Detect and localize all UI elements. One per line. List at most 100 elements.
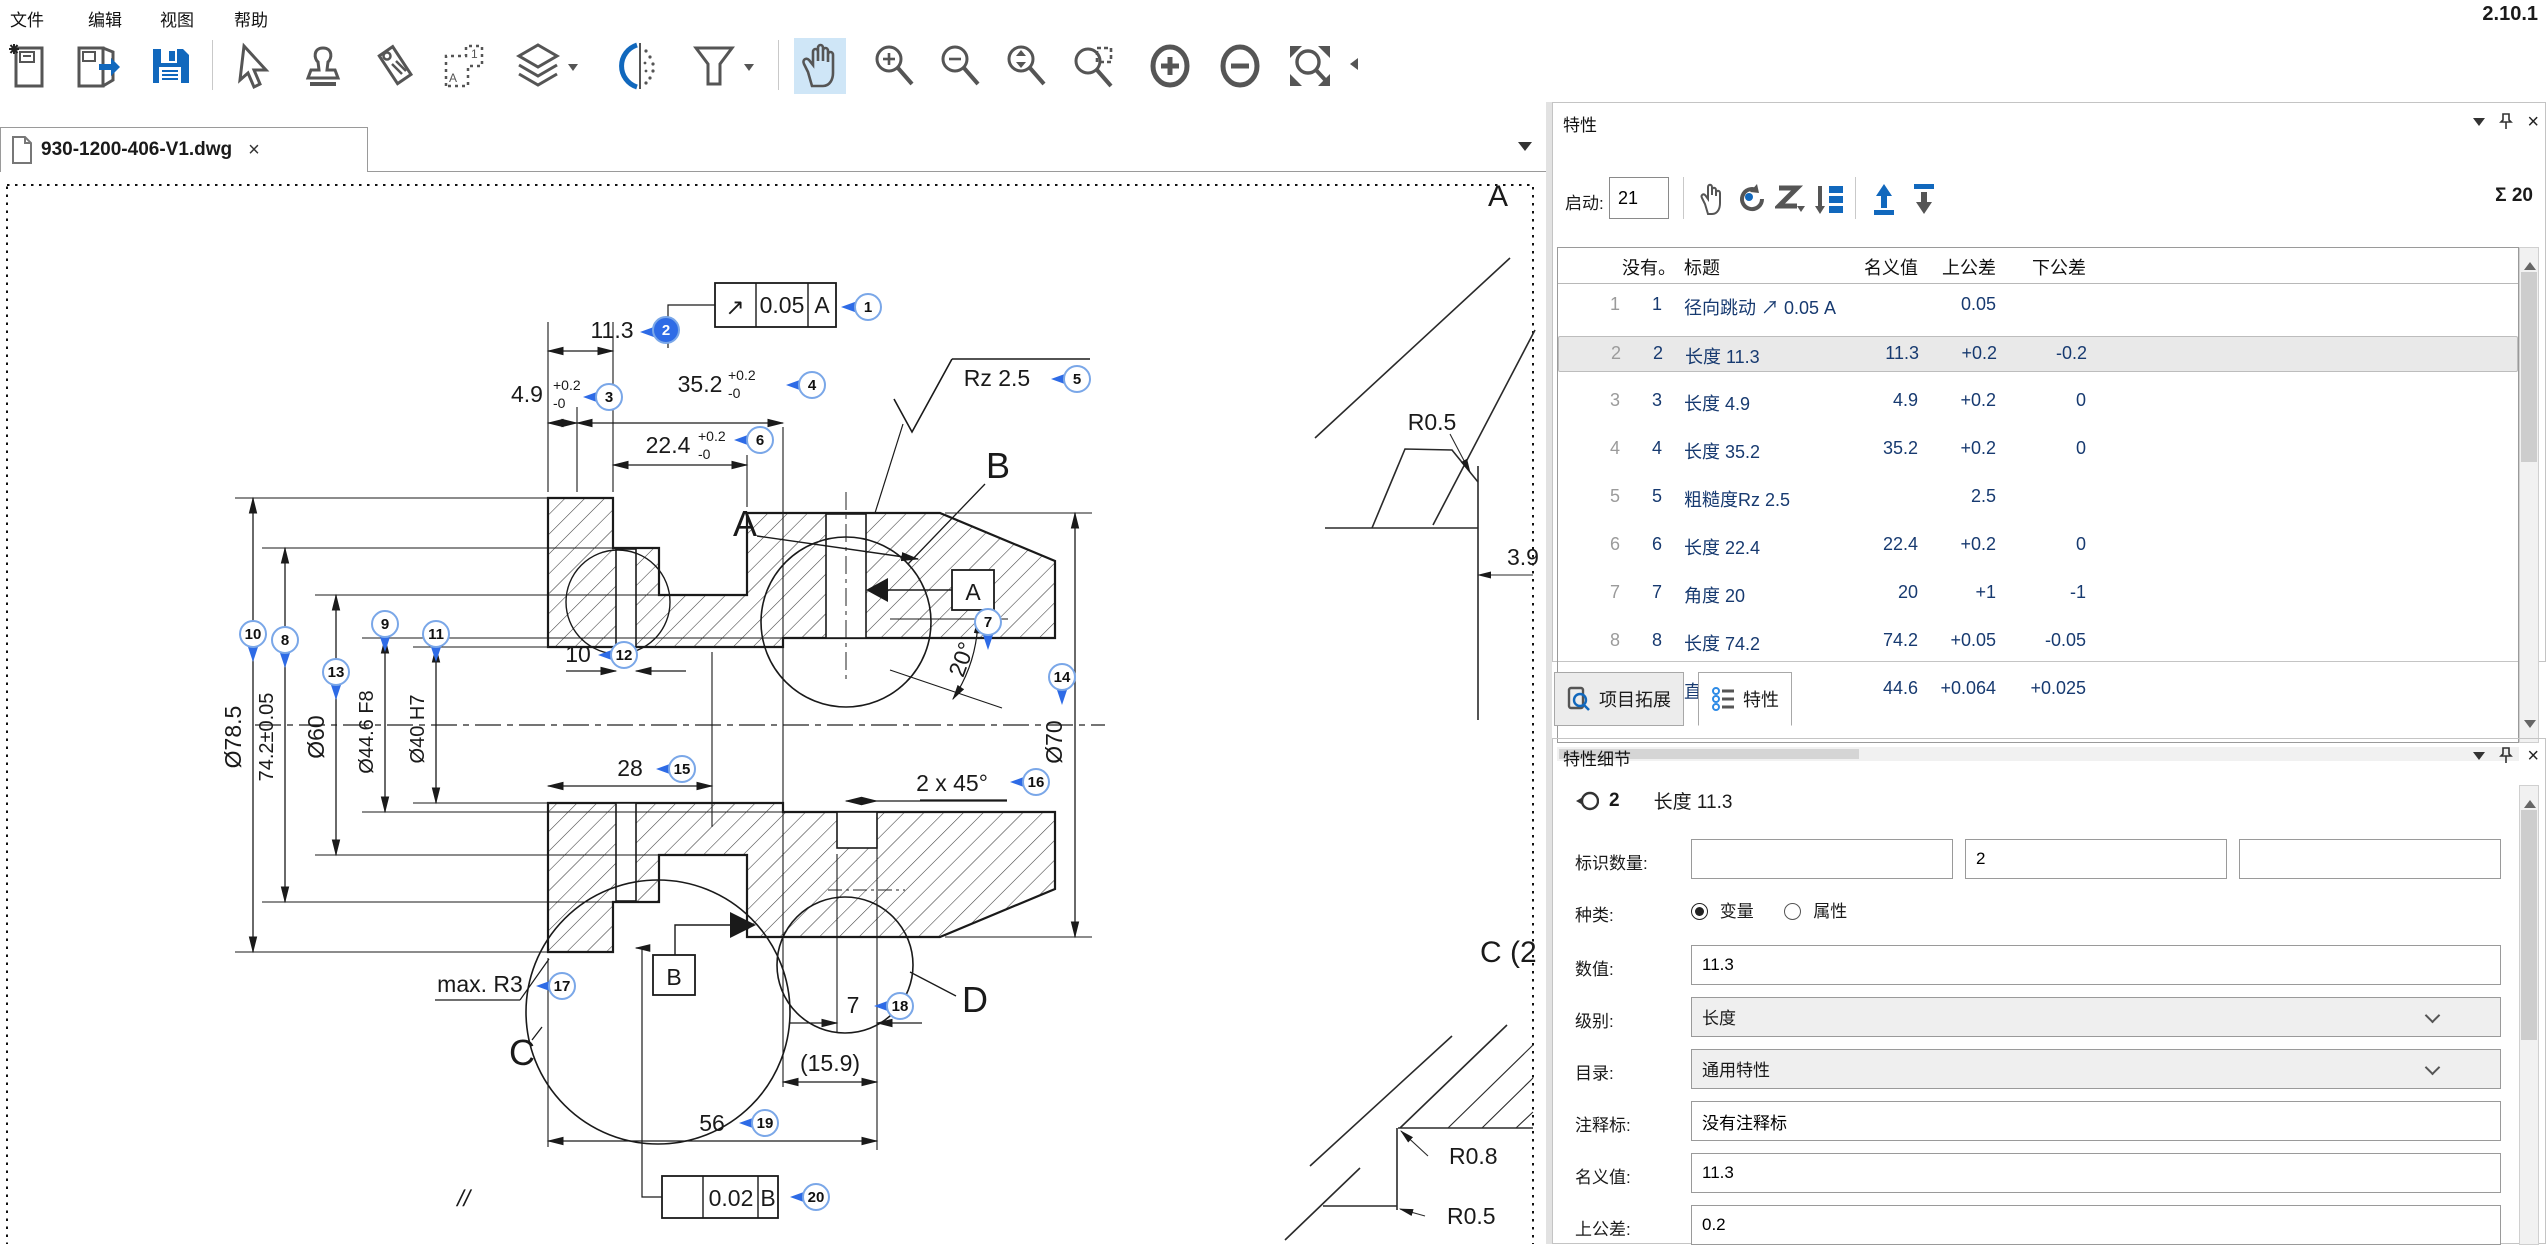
col-no[interactable]: 没有。 <box>1622 254 1662 280</box>
new-document-button[interactable] <box>4 38 56 94</box>
open-document-button[interactable] <box>71 38 123 94</box>
partial-region-button[interactable]: 1 A <box>437 38 489 94</box>
zoom-in-button[interactable] <box>868 38 920 94</box>
table-row-selected[interactable]: 2 2 长度 11.3 11.3 +0.2 -0.2 <box>1558 336 2518 372</box>
dim-10[interactable]: 10 <box>565 641 591 667</box>
id-count-input-2[interactable] <box>1965 839 2227 879</box>
balloon-5[interactable]: 5 <box>1051 366 1090 392</box>
upper-tol-input[interactable] <box>1691 1205 2501 1245</box>
layers-button[interactable] <box>512 38 564 94</box>
dim-r0.5-bottom[interactable]: R0.5 <box>1447 1203 1496 1229</box>
table-row[interactable]: 6 6 长度 22.4 22.4 +0.2 0 <box>1558 528 2518 564</box>
dim-d44.6[interactable]: Ø44.6 F8 <box>356 690 378 773</box>
balloon-3[interactable]: 3 <box>583 384 622 410</box>
note-input[interactable] <box>1691 1101 2501 1141</box>
properties-close-icon[interactable]: × <box>2527 112 2539 132</box>
kind-radio-attribute[interactable] <box>1784 903 1801 920</box>
table-row[interactable]: 5 5 粗糙度Rz 2.5 2.5 <box>1558 480 2518 516</box>
pan-hand-button[interactable] <box>794 38 846 94</box>
balloon-16[interactable]: 16 <box>1010 769 1049 795</box>
menu-help[interactable]: 帮助 <box>234 6 268 31</box>
dim-20deg[interactable]: 20° <box>943 638 979 680</box>
menu-view[interactable]: 视图 <box>160 6 194 31</box>
dim-74.2[interactable]: 74.2±0.05 <box>256 693 278 782</box>
layers-dropdown-caret[interactable] <box>568 64 578 76</box>
zoom-fit-button[interactable] <box>1284 38 1336 94</box>
dim-max-r3[interactable]: max. R3 <box>437 971 523 997</box>
table-row[interactable]: 4 4 长度 35.2 35.2 +0.2 0 <box>1558 432 2518 468</box>
select-button[interactable] <box>228 38 280 94</box>
value-input[interactable] <box>1691 945 2501 985</box>
balloon-6[interactable]: 6 <box>734 427 773 453</box>
balloon-15[interactable]: 15 <box>656 756 695 782</box>
table-row[interactable]: 1 1 径向跳动 ↗ 0.05 A 0.05 <box>1558 288 2518 324</box>
balloon-17[interactable]: 17 <box>536 973 575 999</box>
dim-r0.8[interactable]: R0.8 <box>1449 1143 1498 1169</box>
balloon-9[interactable]: 9 <box>372 611 398 652</box>
start-input[interactable] <box>1609 177 1669 219</box>
dim-35.2[interactable]: 35.2 <box>678 371 723 397</box>
table-row[interactable]: 7 7 角度 20 20 +1 -1 <box>1558 576 2518 612</box>
export-down-button[interactable] <box>1905 179 1943 219</box>
z-order-button[interactable] <box>1773 179 1811 219</box>
rotate-button[interactable] <box>1733 179 1771 219</box>
dim-rz2.5[interactable]: Rz 2.5 <box>964 365 1030 391</box>
dim-22.4[interactable]: 22.4 <box>646 432 691 458</box>
kind-radio-variable[interactable] <box>1691 903 1708 920</box>
properties-menu-caret[interactable] <box>2473 118 2485 132</box>
scroll-up-arrow[interactable] <box>2524 256 2536 270</box>
balloon-4[interactable]: 4 <box>786 372 825 398</box>
dim-28[interactable]: 28 <box>617 755 643 781</box>
fcf-runout[interactable]: ↗ 0.05 A <box>668 283 836 348</box>
dim-11.3[interactable]: 11.3 <box>590 317 633 343</box>
details-scrollbar[interactable] <box>2519 785 2539 1245</box>
dim-d60[interactable]: Ø60 <box>303 715 329 758</box>
list-order-button[interactable] <box>1811 179 1849 219</box>
document-tab[interactable]: 930-1200-406-V1.dwg × <box>0 127 368 172</box>
col-upper[interactable]: 上公差 <box>1924 254 1996 280</box>
dim-4.9[interactable]: 4.9 <box>511 381 543 407</box>
col-nominal[interactable]: 名义值 <box>1826 254 1918 280</box>
tab-project-expand[interactable]: 项目拓展 <box>1554 672 1684 726</box>
drawing-canvas[interactable]: A <box>0 172 1546 1244</box>
document-tab-close-icon[interactable]: × <box>248 139 260 162</box>
table-row[interactable]: 8 8 长度 74.2 74.2 +0.05 -0.05 <box>1558 624 2518 660</box>
balloon-8[interactable]: 8 <box>272 627 298 668</box>
balloon-7[interactable]: 7 <box>975 609 1001 650</box>
scroll-up-arrow[interactable] <box>2524 794 2536 808</box>
id-count-input-3[interactable] <box>2239 839 2501 879</box>
scroll-thumb[interactable] <box>2521 810 2537 1040</box>
balloon-10[interactable]: 10 <box>240 621 266 662</box>
table-row[interactable]: 3 3 长度 4.9 4.9 +0.2 0 <box>1558 384 2518 420</box>
balloon-11[interactable]: 11 <box>423 621 449 662</box>
tab-characteristics[interactable]: 特性 <box>1698 672 1792 726</box>
tab-list-dropdown-caret[interactable] <box>1518 142 1532 158</box>
details-pin-icon[interactable] <box>2499 747 2513 765</box>
stamp-button[interactable] <box>297 38 349 94</box>
catalog-select[interactable]: 通用特性 <box>1691 1049 2501 1089</box>
balloon-20[interactable]: 20 <box>790 1184 829 1210</box>
dim-d70[interactable]: Ø70 <box>1041 720 1067 763</box>
zoom-out-button[interactable] <box>934 38 986 94</box>
pick-hand-button[interactable] <box>1693 179 1731 219</box>
save-button[interactable] <box>144 38 196 94</box>
import-up-button[interactable] <box>1865 179 1903 219</box>
dim-d78.5[interactable]: Ø78.5 <box>220 706 246 769</box>
dim-15.9[interactable]: (15.9) <box>800 1050 860 1076</box>
dim-56[interactable]: 56 <box>699 1110 725 1136</box>
dim-2x45[interactable]: 2 x 45° <box>916 770 988 796</box>
properties-pin-icon[interactable] <box>2499 113 2513 131</box>
zoom-dynamic-button[interactable] <box>1000 38 1052 94</box>
col-lower[interactable]: 下公差 <box>2002 254 2086 280</box>
menu-edit[interactable]: 编辑 <box>88 6 122 31</box>
filter-button[interactable] <box>688 38 740 94</box>
id-count-input-1[interactable] <box>1691 839 1953 879</box>
zoom-window-button[interactable] <box>1068 38 1120 94</box>
increase-button[interactable] <box>1144 38 1196 94</box>
balloon-14[interactable]: 14 <box>1049 664 1075 705</box>
balloon-2-selected[interactable]: 2 <box>640 317 679 343</box>
balloon-19[interactable]: 19 <box>739 1110 778 1136</box>
dim-7[interactable]: 7 <box>847 992 860 1018</box>
menu-file[interactable]: 文件 <box>10 6 44 31</box>
toolbar-collapse-arrow[interactable] <box>1344 58 1358 70</box>
